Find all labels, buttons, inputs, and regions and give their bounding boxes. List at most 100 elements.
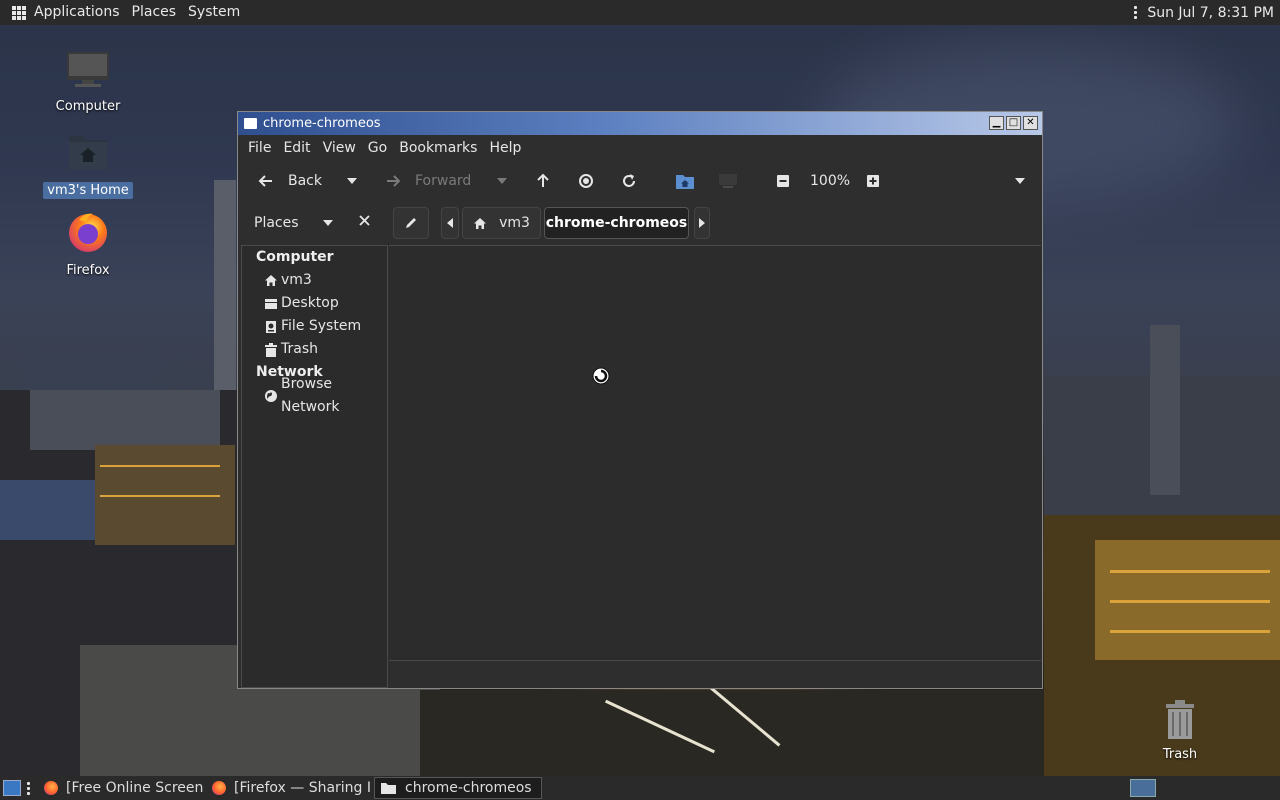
computer-icon (67, 52, 109, 87)
maximize-button[interactable]: □ (1006, 116, 1021, 130)
home-button[interactable] (675, 172, 695, 190)
taskbar-item-firefox-screen[interactable]: [Free Online Screen ... (38, 777, 204, 799)
minimize-button[interactable]: ▁ (989, 116, 1004, 130)
status-bar (389, 661, 1041, 688)
zoom-level: 100% (810, 173, 851, 189)
panel-handle-icon[interactable] (1134, 6, 1138, 19)
sidebar-close-button[interactable] (359, 215, 370, 230)
firefox-icon (44, 781, 58, 795)
sidebar-item-label: File System (281, 318, 362, 334)
chevron-left-icon (447, 218, 453, 228)
desktop-icon-firefox[interactable]: Firefox (43, 208, 133, 279)
close-button[interactable]: ✕ (1023, 116, 1038, 130)
taskbar-item-firefox-sharing[interactable]: [Firefox — Sharing I... (206, 777, 372, 799)
home-folder-icon (69, 136, 107, 170)
taskbar-item-label: chrome-chromeos (405, 780, 532, 796)
firefox-icon (69, 213, 107, 252)
window-titlebar[interactable]: chrome-chromeos ▁ □ ✕ (238, 112, 1042, 135)
desktop-icon-label: vm3's Home (43, 182, 133, 199)
reload-icon (623, 174, 635, 187)
breadcrumb-label: vm3 (499, 215, 530, 231)
desktop-icon-trash[interactable]: Trash (1135, 698, 1225, 763)
clock[interactable]: Sun Jul 7, 8:31 PM (1147, 5, 1274, 21)
home-icon (474, 217, 487, 229)
back-history-dropdown[interactable] (346, 177, 358, 185)
up-button[interactable] (535, 173, 551, 189)
menu-bookmarks[interactable]: Bookmarks (393, 140, 483, 156)
back-label: Back (288, 173, 322, 189)
close-icon: ✕ (1026, 117, 1035, 128)
menu-file[interactable]: File (242, 140, 277, 156)
places-sidebar: Computer vm3 Desktop File System Trash N… (241, 245, 388, 688)
menu-edit[interactable]: Edit (277, 140, 316, 156)
applications-menu[interactable]: Applications (28, 0, 126, 25)
sidebar-header-computer: Computer (256, 249, 334, 265)
sidebar-item-trash[interactable]: Trash (242, 338, 387, 361)
breadcrumb-vm3[interactable]: vm3 (462, 207, 541, 239)
sidebar-item-label: Desktop (281, 295, 339, 311)
forward-history-dropdown[interactable] (496, 177, 508, 185)
sidebar-item-file-system[interactable]: File System (242, 315, 387, 338)
sidebar-item-vm3[interactable]: vm3 (242, 269, 387, 292)
places-menu[interactable]: Places (126, 0, 183, 25)
desktop-icon (264, 297, 278, 311)
desktop-icon-home[interactable]: vm3's Home (43, 130, 133, 199)
caret-down-icon (322, 219, 333, 226)
desktop-icon-computer[interactable]: Computer (43, 48, 133, 115)
pencil-icon (406, 218, 416, 228)
taskbar-item-file-manager[interactable]: chrome-chromeos (374, 777, 542, 799)
forward-label: Forward (415, 173, 472, 189)
caret-down-icon (497, 178, 507, 184)
desktop-icon-label: Firefox (66, 263, 110, 278)
location-row: Places vm3 chrome-chromeos (238, 201, 1042, 245)
show-desktop-button[interactable] (3, 780, 21, 796)
arrow-right-icon (387, 175, 401, 187)
top-panel: Applications Places System Sun Jul 7, 8:… (0, 0, 1280, 25)
desktop-icon-label: Computer (55, 99, 121, 114)
sidebar-item-browse-network[interactable]: Browse Network (242, 376, 387, 415)
maximize-icon: □ (1008, 117, 1019, 128)
breadcrumb-scroll-left[interactable] (441, 207, 459, 239)
system-menu[interactable]: System (182, 0, 246, 25)
zoom-in-icon (867, 175, 879, 187)
drive-icon (264, 320, 278, 334)
home-folder-icon (676, 175, 694, 189)
toolbar-overflow-dropdown[interactable] (1014, 177, 1026, 185)
breadcrumb-scroll-right[interactable] (694, 207, 710, 239)
back-button[interactable]: Back (258, 173, 322, 189)
zoom-in-button[interactable] (866, 174, 880, 188)
sidebar-item-desktop[interactable]: Desktop (242, 292, 387, 315)
toolbar: Back Forward 100% (238, 161, 1042, 201)
firefox-icon (212, 781, 226, 795)
window-body: Computer vm3 Desktop File System Trash N… (238, 245, 1042, 688)
sidebar-item-label: Browse Network (281, 375, 340, 415)
zoom-out-button[interactable] (776, 174, 790, 188)
folder-icon (381, 783, 396, 794)
caret-down-icon (347, 178, 357, 184)
busy-spinner-icon (592, 367, 610, 389)
zoom-out-icon (777, 175, 789, 187)
taskbar-handle-icon[interactable] (27, 781, 30, 795)
applications-grid-icon[interactable] (12, 5, 26, 20)
stop-button[interactable] (578, 173, 594, 189)
menu-go[interactable]: Go (362, 140, 393, 156)
home-icon (264, 274, 278, 288)
reload-button[interactable] (621, 173, 637, 189)
edit-location-button[interactable] (393, 207, 429, 239)
menubar: File Edit View Go Bookmarks Help (238, 135, 1042, 161)
close-icon (359, 215, 370, 226)
arrow-up-icon (537, 173, 549, 187)
stop-icon (579, 174, 593, 188)
menu-view[interactable]: View (317, 140, 362, 156)
computer-icon (719, 174, 737, 188)
workspace-switcher[interactable] (1130, 779, 1156, 797)
arrow-left-icon (258, 175, 272, 187)
file-view[interactable] (389, 245, 1041, 661)
menu-help[interactable]: Help (483, 140, 527, 156)
trash-icon (1166, 700, 1194, 739)
computer-button[interactable] (718, 172, 738, 190)
chevron-right-icon (699, 218, 705, 228)
breadcrumb-chrome-chromeos[interactable]: chrome-chromeos (544, 207, 689, 239)
forward-button[interactable]: Forward (385, 173, 471, 189)
bottom-panel: [Free Online Screen ... [Firefox — Shari… (0, 776, 1280, 800)
